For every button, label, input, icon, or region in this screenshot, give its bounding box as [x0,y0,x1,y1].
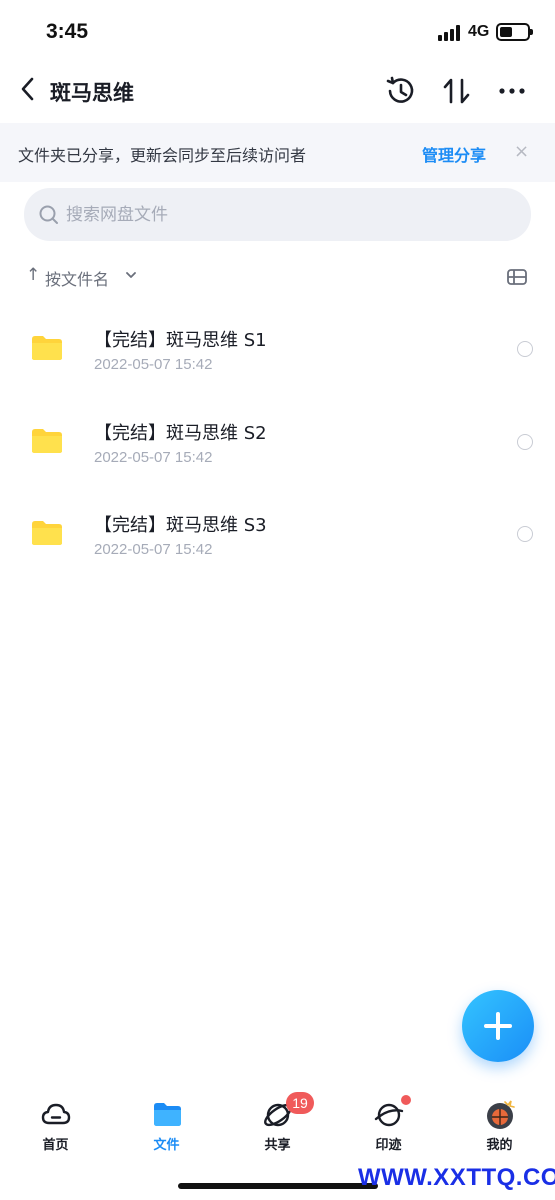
tab-label: 印迹 [375,1138,402,1153]
share-banner: 文件夹已分享，更新会同步至后续访问者 管理分享 × [0,123,555,182]
tab-bar: 首页 文件 19 共享 印迹 我的 [0,1090,555,1160]
tab-label: 共享 [264,1138,291,1153]
tab-mine[interactable]: 我的 [444,1090,555,1160]
search-icon [39,205,58,224]
tab-label: 我的 [486,1138,513,1153]
file-row[interactable]: 【完结】斑马思维 S3 2022-05-07 15:42 [0,485,555,578]
cloud-icon [41,1103,71,1125]
view-toggle-icon[interactable] [506,267,528,287]
battery-level [500,27,512,37]
file-row[interactable]: 【完结】斑马思维 S2 2022-05-07 15:42 [0,393,555,486]
sort-direction-icon[interactable]: ↑ [26,265,40,285]
file-row[interactable]: 【完结】斑马思维 S1 2022-05-07 15:42 [0,300,555,393]
file-date: 2022-05-07 15:42 [94,356,213,373]
folder-icon [32,521,62,545]
signal-icon [438,25,460,41]
planet-icon [374,1103,404,1127]
avatar-icon [487,1100,515,1129]
file-name: 【完结】斑马思维 S3 [94,515,267,536]
notification-dot [401,1095,411,1105]
page-title: 斑马思维 [50,81,134,105]
select-radio[interactable] [517,341,533,357]
watermark: WWW.XXTTQ.COM [358,1164,555,1191]
tab-trace[interactable]: 印迹 [333,1090,444,1160]
add-button[interactable] [462,990,534,1062]
share-notice-text: 文件夹已分享，更新会同步至后续访问者 [18,146,307,165]
search-input[interactable] [66,200,506,230]
file-name: 【完结】斑马思维 S2 [94,422,267,444]
battery-icon [496,23,533,41]
manage-share-link[interactable]: 管理分享 [422,142,486,166]
tab-share[interactable]: 19 共享 [222,1090,333,1160]
select-radio[interactable] [517,433,533,450]
folder-icon [154,1103,181,1126]
sort-label[interactable]: 按文件名 [45,266,109,290]
file-name: 【完结】斑马思维 S1 [94,330,267,351]
file-date: 2022-05-07 15:42 [94,448,213,466]
more-dots-icon[interactable] [496,74,530,108]
share-badge: 19 [286,1092,314,1114]
select-radio[interactable] [517,526,533,542]
chevron-left-icon[interactable] [14,74,44,104]
network-type: 4G [468,23,490,40]
sort-arrows-icon[interactable] [440,74,474,108]
folder-icon [32,428,62,453]
chevron-down-icon[interactable] [124,268,138,282]
file-list: 【完结】斑马思维 S1 2022-05-07 15:42 【完结】斑马思维 S2… [0,300,555,578]
tab-label: 首页 [42,1138,69,1153]
status-time: 3:45 [46,20,89,43]
search-box[interactable] [24,188,531,241]
tab-files[interactable]: 文件 [111,1090,222,1160]
nav-bar: 斑马思维 [0,62,555,122]
tab-home[interactable]: 首页 [0,1090,111,1160]
status-bar: 3:45 4G [0,0,555,62]
home-indicator [178,1183,378,1189]
sort-bar: ↑ 按文件名 [0,262,555,292]
close-icon[interactable]: × [514,141,529,162]
tab-label: 文件 [153,1138,180,1153]
file-date: 2022-05-07 15:42 [94,541,213,558]
history-icon[interactable] [383,74,417,108]
folder-icon [32,336,62,360]
